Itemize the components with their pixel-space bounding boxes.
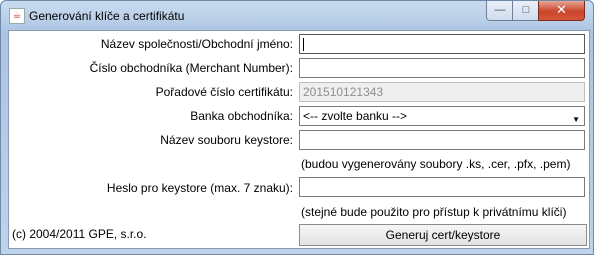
window-title: Generování klíče a certifikátu — [29, 9, 185, 23]
company-name-label: Název společnosti/Obchodní jméno: — [100, 37, 293, 51]
text-caret — [303, 38, 304, 51]
merchant-bank-label: Banka obchodníka: — [190, 109, 293, 123]
keystore-filename-label: Název souboru keystore: — [160, 133, 293, 147]
company-name-input[interactable] — [299, 34, 585, 54]
certificate-serial-label: Pořadové číslo certifikátu: — [155, 85, 293, 99]
merchant-bank-select[interactable]: <-- zvolte banku --> ▼ — [299, 106, 585, 126]
keystore-password-input[interactable] — [299, 177, 585, 197]
keystore-password-label: Heslo pro keystore (max. 7 znaku): — [106, 181, 293, 195]
maximize-button[interactable]: □ — [512, 1, 540, 21]
java-icon: ☕ — [9, 8, 25, 24]
merchant-number-input[interactable] — [299, 58, 585, 78]
merchant-number-label: Číslo obchodníka (Merchant Number): — [89, 61, 293, 75]
title-bar[interactable]: ☕ Generování klíče a certifikátu — □ ✕ — [1, 1, 593, 31]
certificate-serial-input: 201510121343 — [299, 82, 585, 102]
close-button[interactable]: ✕ — [538, 1, 585, 21]
merchant-bank-selected: <-- zvolte banku --> — [303, 109, 408, 123]
keystore-filename-hint: (budou vygenerovány soubory .ks, .cer, .… — [301, 157, 571, 171]
form-panel: Název společnosti/Obchodní jméno: Číslo … — [8, 30, 590, 249]
dialog-window: ☕ Generování klíče a certifikátu — □ ✕ N… — [0, 0, 594, 255]
generate-keystore-button[interactable]: Generuj cert/keystore — [299, 224, 587, 246]
chevron-down-icon[interactable]: ▼ — [572, 112, 580, 128]
keystore-filename-input[interactable] — [299, 130, 585, 150]
minimize-button[interactable]: — — [486, 1, 514, 21]
keystore-password-hint: (stejné bude použito pro přístup k privá… — [301, 205, 567, 219]
copyright-text: (c) 2004/2011 GPE, s.r.o. — [12, 227, 147, 241]
